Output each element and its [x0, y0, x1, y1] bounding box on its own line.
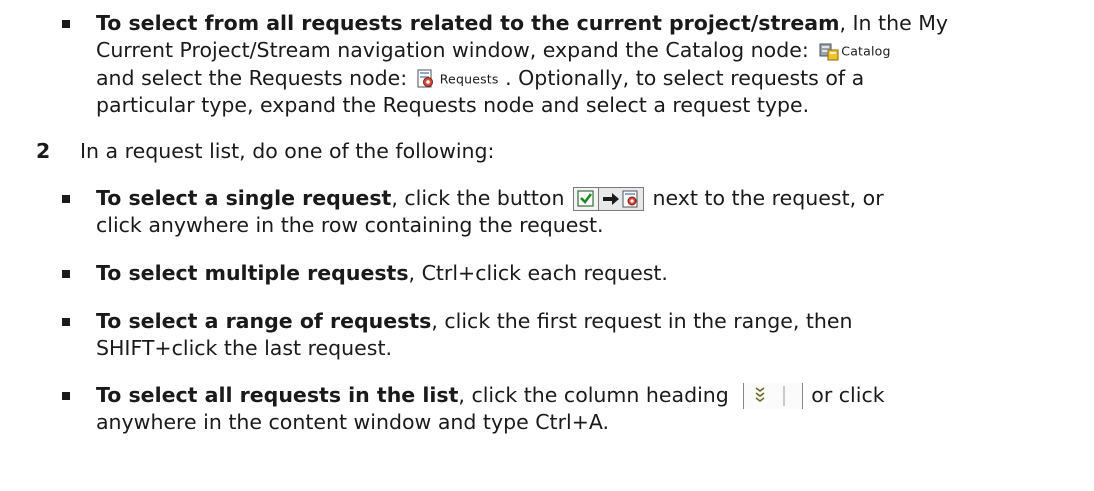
instruction-text: click anywhere in the row containing the… — [96, 213, 604, 237]
instruction-heading: To select a single request — [96, 186, 392, 210]
step-2: 2 In a request list, do one of the follo… — [36, 138, 1076, 165]
step-text: In a request list, do one of the followi… — [80, 139, 495, 163]
list-item-multiple-requests: To select multiple requests, Ctrl+click … — [56, 260, 1076, 287]
text-line: To select multiple requests, Ctrl+click … — [96, 260, 1076, 287]
text-line: To select a single request, click the bu… — [96, 185, 1076, 212]
select-request-button[interactable] — [572, 187, 644, 211]
instruction-heading: To select all requests in the list — [96, 383, 459, 407]
select-all-heading-icon[interactable] — [743, 383, 804, 409]
list-item-range-requests: To select a range of requests, click the… — [56, 308, 1076, 362]
document-page: To select from all requests related to t… — [0, 0, 1094, 491]
checkbox-icon — [573, 188, 599, 210]
instruction-heading: To select from all requests related to t… — [96, 11, 840, 35]
requests-icon — [416, 69, 436, 89]
instruction-text: anywhere in the content window and type … — [96, 410, 610, 434]
instruction-text: , Ctrl+click each request. — [408, 261, 668, 285]
list-item-single-request: To select a single request, click the bu… — [56, 185, 1076, 239]
instruction-text: particular type, expand the Requests nod… — [96, 93, 810, 117]
instruction-text: . Optionally, to select requests of a — [498, 65, 865, 90]
text-line: To select a range of requests, click the… — [96, 308, 1076, 335]
instruction-text: SHIFT+click the last request. — [96, 336, 393, 360]
bullet-marker — [62, 20, 70, 28]
list-item-text: To select a single request, click the bu… — [96, 185, 1076, 239]
catalog-node-label: Catalog — [841, 43, 891, 59]
text-line: and select the Requests node: Requests .… — [96, 65, 1076, 93]
requests-node-label: Requests — [439, 71, 499, 86]
bullet-marker — [62, 270, 70, 278]
instruction-heading: To select multiple requests — [96, 261, 409, 285]
bullet-marker — [62, 318, 70, 326]
list-item-text: To select multiple requests, Ctrl+click … — [96, 260, 1076, 287]
instruction-text: , click the column heading — [458, 383, 736, 407]
instruction-text: and select the Requests node: — [96, 65, 414, 90]
instruction-text: , click the button — [391, 186, 571, 210]
bullet-marker — [62, 195, 70, 203]
text-line: particular type, expand the Requests nod… — [96, 92, 1076, 119]
step-number: 2 — [36, 139, 51, 163]
list-item-text: To select from all requests related to t… — [96, 10, 1076, 119]
text-line: SHIFT+click the last request. — [96, 335, 1076, 362]
bullet-marker — [62, 392, 70, 400]
catalog-icon — [819, 41, 839, 61]
text-line: anywhere in the content window and type … — [96, 409, 1076, 436]
list-item-all-requests: To select all requests in the list, clic… — [56, 382, 1076, 436]
instruction-text: or click — [811, 383, 885, 407]
instruction-text: , click the first request in the range, … — [431, 309, 853, 333]
text-line: Current Project/Stream navigation window… — [96, 37, 1076, 65]
instruction-heading: To select a range of requests — [96, 309, 432, 333]
text-line: To select all requests in the list, clic… — [96, 382, 1076, 409]
instruction-text: Current Project/Stream navigation window… — [96, 38, 816, 62]
instruction-text: next to the request, or — [645, 186, 884, 210]
list-item-text: To select all requests in the list, clic… — [96, 382, 1076, 436]
arrow-request-icon — [598, 188, 643, 210]
instruction-text: , In the My — [839, 11, 949, 35]
text-line: To select from all requests related to t… — [96, 10, 1076, 37]
list-item-text: To select a range of requests, click the… — [96, 308, 1076, 362]
text-line: click anywhere in the row containing the… — [96, 212, 1076, 239]
list-item-project-requests: To select from all requests related to t… — [56, 10, 1076, 118]
